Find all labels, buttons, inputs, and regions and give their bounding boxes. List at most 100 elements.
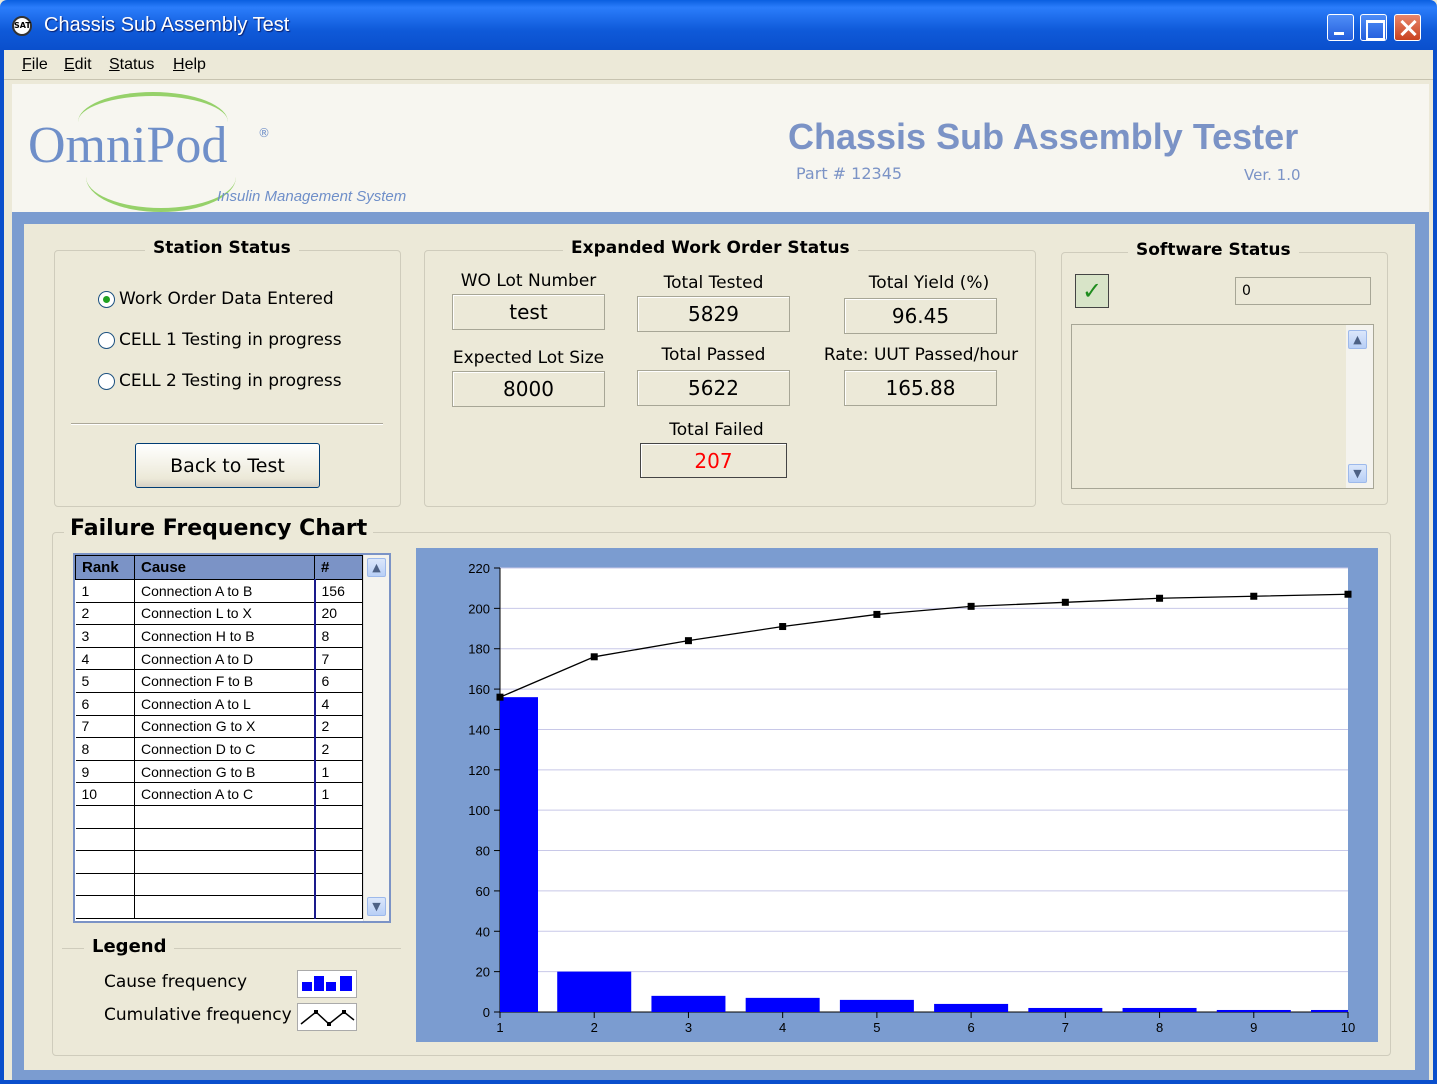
total-tested-value: 5829 [637, 296, 790, 332]
table-row[interactable]: 7 Connection G to X2 [75, 715, 363, 739]
radio-cell2-testing[interactable]: CELL 2 Testing in progress [98, 371, 342, 391]
pareto-chart: 0 20 40 60 80 100 120 140 160 180 200 220 1 2 3 4 5 6 7 8 9 1… [468, 561, 1355, 1035]
station-status-title: Station Status [145, 238, 299, 258]
cell-empty [75, 805, 135, 829]
maximize-button[interactable] [1360, 14, 1387, 41]
cumulative-point-9 [1250, 592, 1258, 600]
cell-empty [314, 873, 363, 897]
title-bar: SAT Chassis Sub Assembly Test [0, 0, 1437, 50]
menu-file[interactable]: File [22, 56, 48, 74]
cell-empty [314, 850, 363, 874]
legend-title: Legend [84, 936, 175, 957]
cell-rank: 8 [75, 737, 135, 761]
failure-table[interactable]: Rank Cause # 1 Connection A to B 156 2 Conne… [73, 553, 391, 923]
cell-rank: 6 [75, 692, 135, 716]
x-tick-label: 2 [591, 1020, 598, 1035]
swatch-bar [314, 976, 324, 991]
minimize-button[interactable] [1327, 14, 1354, 41]
table-row[interactable]: 4 Connection A to D7 [75, 647, 363, 671]
cell-cause: Connection G to X [134, 715, 316, 739]
window-frame-bottom [0, 1080, 1437, 1084]
cumulative-swatch-graphic [300, 1010, 355, 1026]
y-tick-label: 100 [468, 803, 490, 818]
scroll-down-icon[interactable]: ▼ [367, 897, 386, 916]
menu-status[interactable]: Status [109, 56, 154, 74]
bar-4 [745, 997, 820, 1012]
software-log-area[interactable]: ▲ ▼ [1071, 324, 1374, 489]
total-passed-value: 5622 [637, 370, 790, 406]
work-order-title: Expanded Work Order Status [563, 238, 858, 258]
menu-bar: File Edit Status Help [4, 50, 1433, 80]
table-row[interactable]: 1 Connection A to B 156 [75, 579, 363, 603]
version: Ver. 1.0 [1244, 166, 1301, 184]
cell-count: 2 [314, 715, 363, 739]
cause-frequency-swatch-icon [297, 970, 357, 998]
cumulative-frequency-swatch-icon [297, 1003, 357, 1031]
y-tick-label: 200 [468, 601, 490, 616]
rate-label: Rate: UUT Passed/hour [823, 345, 1019, 365]
app-title: Chassis Sub Assembly Tester [788, 116, 1299, 157]
radio-work-order-entered[interactable]: Work Order Data Entered [98, 289, 334, 309]
y-tick-label: 140 [468, 722, 490, 737]
table-row[interactable]: 6 Connection A to L4 [75, 692, 363, 716]
cause-swatch-graphic [302, 976, 352, 991]
table-row-empty[interactable] [75, 850, 363, 874]
cell-empty [75, 850, 135, 874]
cell-count: 7 [314, 647, 363, 671]
close-button[interactable] [1394, 14, 1421, 41]
total-tested-label: Total Tested [663, 273, 764, 293]
cell-empty [314, 805, 363, 829]
menu-help[interactable]: Help [173, 56, 206, 74]
cumulative-point-8 [1156, 594, 1164, 602]
cumulative-point-7 [1061, 598, 1069, 606]
header-banner: OmniPod ® Insulin Management System Chas… [12, 84, 1429, 212]
y-tick-label: 120 [468, 763, 490, 778]
table-row[interactable]: 8 Connection D to C2 [75, 737, 363, 761]
radio-cell1-testing[interactable]: CELL 1 Testing in progress [98, 330, 342, 350]
menu-edit[interactable]: Edit [64, 56, 92, 74]
check-icon: ✓ [1081, 277, 1103, 305]
cell-cause: Connection H to B [134, 624, 316, 648]
total-passed-label: Total Passed [661, 345, 766, 365]
software-code-field[interactable]: 0 [1235, 277, 1371, 305]
table-row-empty[interactable] [75, 873, 363, 897]
rate-value: 165.88 [844, 370, 997, 406]
swatch-bar [302, 982, 312, 991]
table-row[interactable]: 2 Connection L to X 20 [75, 602, 363, 626]
table-row-empty[interactable] [75, 895, 363, 919]
x-tick-label: 3 [685, 1020, 692, 1035]
cumulative-point-3 [684, 637, 692, 645]
cell-empty [134, 828, 316, 852]
table-row[interactable]: 5 Connection F to B6 [75, 669, 363, 693]
bar-8 [1122, 1007, 1197, 1012]
x-tick-label: 7 [1062, 1020, 1069, 1035]
column-header-count[interactable]: # [314, 555, 363, 580]
cell-count: 6 [314, 669, 363, 693]
cumulative-point-6 [967, 602, 975, 610]
table-row[interactable]: 10 Connection A to C1 [75, 782, 363, 806]
software-ok-button[interactable]: ✓ [1075, 274, 1109, 308]
scroll-up-icon[interactable]: ▲ [1348, 330, 1367, 349]
scroll-up-icon[interactable]: ▲ [367, 558, 386, 577]
total-yield-value: 96.45 [844, 298, 997, 334]
y-tick-label: 160 [468, 682, 490, 697]
radio-dot [98, 372, 115, 390]
table-row-empty[interactable] [75, 805, 363, 829]
back-to-test-button[interactable]: Back to Test [135, 443, 320, 488]
scroll-down-icon[interactable]: ▼ [1348, 464, 1367, 483]
table-row[interactable]: 3 Connection H to B8 [75, 624, 363, 648]
column-header-rank[interactable]: Rank [75, 555, 135, 580]
cell-count: 2 [314, 737, 363, 761]
table-row-empty[interactable] [75, 828, 363, 852]
table-scrollbar[interactable]: ▲ ▼ [363, 555, 389, 921]
window-frame-right [1433, 50, 1437, 1084]
swatch-marker [342, 1010, 346, 1014]
cell-count: 1 [314, 782, 363, 806]
x-tick-label: 6 [967, 1020, 974, 1035]
bar-5 [839, 999, 914, 1012]
column-header-cause[interactable]: Cause [134, 555, 315, 580]
x-tick-label: 1 [496, 1020, 503, 1035]
legend-cumulative-label: Cumulative frequency [104, 1005, 292, 1025]
table-row[interactable]: 9 Connection G to B1 [75, 760, 363, 784]
bar-1 [500, 697, 538, 1012]
